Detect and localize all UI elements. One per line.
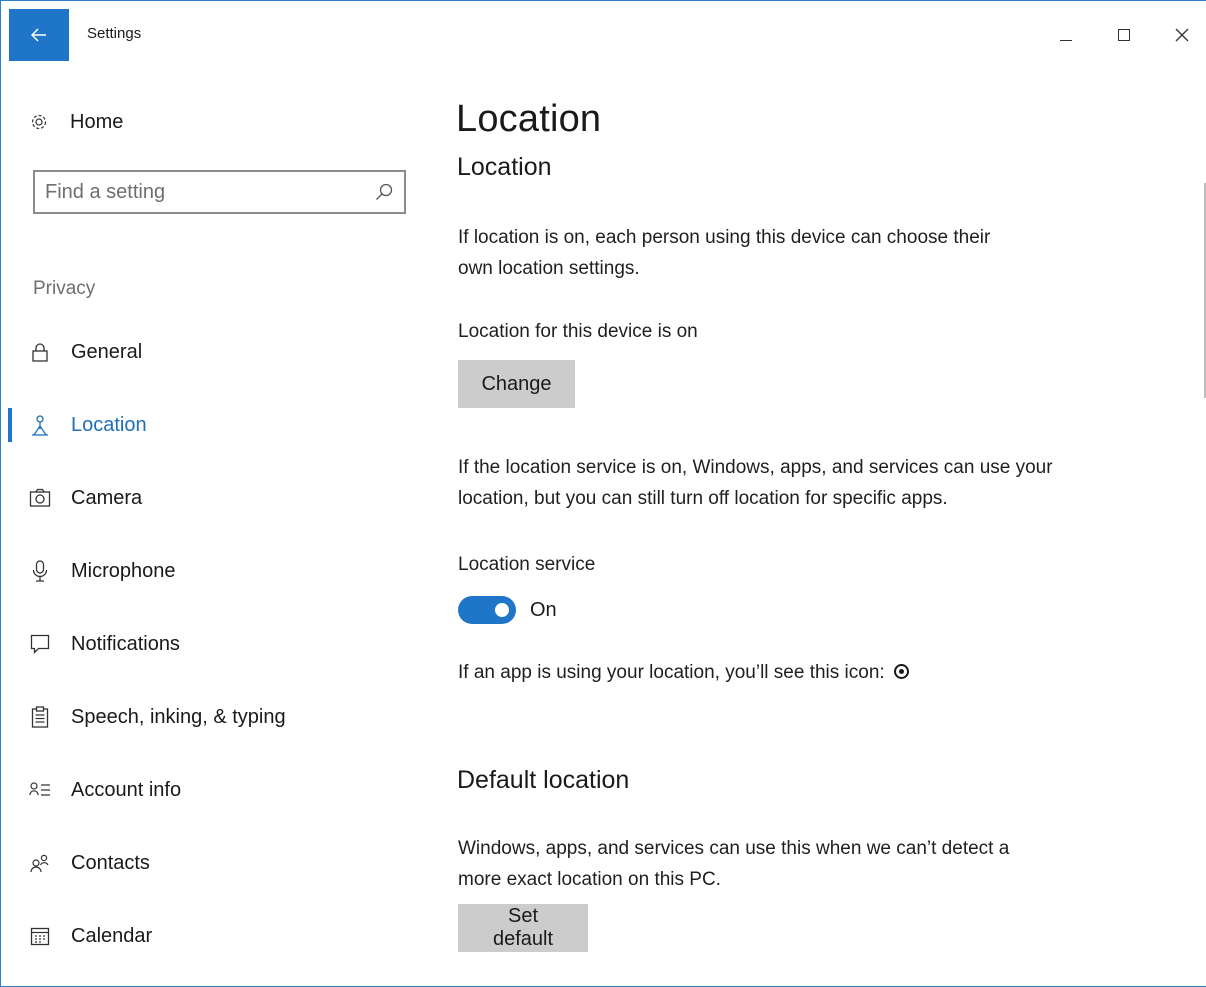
search-input[interactable] xyxy=(45,178,365,206)
sidebar-item-general[interactable]: General xyxy=(29,334,142,370)
device-location-status: Location for this device is on xyxy=(458,321,698,342)
location-service-description: If the location service is on, Windows, … xyxy=(458,457,1053,509)
sidebar-item-notifications[interactable]: Notifications xyxy=(29,626,180,662)
default-location-description: Windows, apps, and services can use this… xyxy=(458,838,1010,890)
arrow-left-icon xyxy=(31,28,46,42)
window-title: Settings xyxy=(87,25,142,42)
minimize-button[interactable] xyxy=(1046,19,1086,51)
settings-window: Settings Home Privacy xyxy=(0,0,1206,987)
default-location-heading: Default location xyxy=(457,766,630,794)
account-info-icon xyxy=(29,779,51,801)
contacts-icon xyxy=(29,852,51,874)
calendar-icon xyxy=(29,925,51,947)
maximize-icon xyxy=(1118,29,1130,41)
sidebar-item-label: Speech, inking, & typing xyxy=(71,705,286,728)
page-title: Location xyxy=(456,98,602,140)
back-button[interactable] xyxy=(9,9,69,61)
sidebar-item-label: Microphone xyxy=(71,559,176,582)
search-icon[interactable] xyxy=(374,182,394,202)
location-description: If location is on, each person using thi… xyxy=(458,227,991,279)
maximize-button[interactable] xyxy=(1104,19,1144,51)
sidebar-item-label: Calendar xyxy=(71,924,153,947)
close-button[interactable] xyxy=(1162,19,1202,51)
location-service-toggle-row: On xyxy=(458,594,557,626)
home-nav[interactable]: Home xyxy=(28,105,123,139)
location-icon-note-text: If an app is using your location, you’ll… xyxy=(458,662,885,683)
sidebar-item-label: Notifications xyxy=(71,632,180,655)
privacy-section-label: Privacy xyxy=(33,278,96,299)
search-box[interactable] xyxy=(33,170,406,214)
sidebar-item-label: Location xyxy=(71,413,147,436)
location-service-label: Location service xyxy=(458,554,596,575)
sidebar-item-label: General xyxy=(71,340,143,363)
clipboard-icon xyxy=(29,706,51,728)
sidebar-item-label: Account info xyxy=(71,778,182,801)
sidebar-item-contacts[interactable]: Contacts xyxy=(29,845,150,881)
location-section-heading: Location xyxy=(457,153,552,181)
sidebar-item-microphone[interactable]: Microphone xyxy=(29,553,176,589)
toggle-knob xyxy=(495,603,509,617)
location-service-toggle[interactable] xyxy=(458,596,516,624)
close-icon xyxy=(1175,28,1189,42)
set-default-button[interactable]: Set default xyxy=(458,904,588,952)
sidebar-item-speech[interactable]: Speech, inking, & typing xyxy=(29,699,286,735)
location-person-icon xyxy=(29,414,51,436)
toggle-state-label: On xyxy=(530,598,557,621)
sidebar-item-camera[interactable]: Camera xyxy=(29,480,142,516)
sidebar-item-location[interactable]: Location xyxy=(29,407,147,443)
location-in-use-icon xyxy=(893,664,909,679)
lock-icon xyxy=(29,341,51,363)
sidebar-item-label: Contacts xyxy=(71,851,150,874)
sidebar-item-label: Camera xyxy=(71,486,143,509)
gear-icon xyxy=(28,111,50,133)
sidebar-item-account-info[interactable]: Account info xyxy=(29,772,181,808)
title-bar: Settings xyxy=(1,0,1206,70)
active-indicator xyxy=(8,408,12,442)
camera-icon xyxy=(29,487,51,509)
location-icon-note: If an app is using your location, you’ll… xyxy=(458,657,909,688)
sidebar-item-calendar[interactable]: Calendar xyxy=(29,918,152,954)
home-label: Home xyxy=(70,110,124,133)
change-button[interactable]: Change xyxy=(458,360,575,408)
notification-icon xyxy=(29,633,51,655)
minimize-icon xyxy=(1060,39,1072,41)
microphone-icon xyxy=(29,560,51,582)
